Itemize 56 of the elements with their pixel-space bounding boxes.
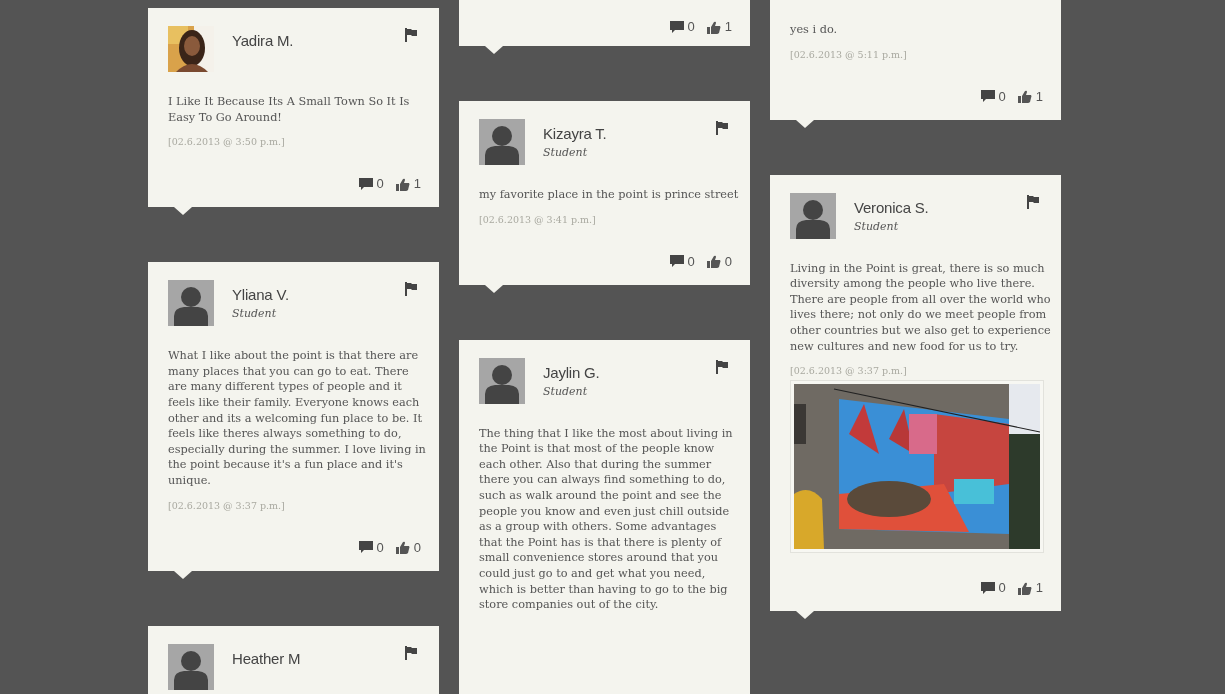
thumbs-up-icon: [706, 20, 721, 34]
timestamp: [02.6.2013 @ 3:41 p.m.]: [479, 212, 596, 227]
flag-icon[interactable]: [1027, 194, 1039, 209]
avatar-icon: [479, 357, 525, 404]
author-role: Student: [543, 145, 589, 161]
avatar-icon: [168, 643, 214, 690]
comment-icon: [980, 90, 995, 104]
timestamp: [02.6.2013 @ 3:50 p.m.]: [168, 135, 285, 150]
like-count[interactable]: 1: [1017, 89, 1043, 104]
comment-count[interactable]: 0: [669, 254, 695, 269]
comment-icon: [358, 177, 373, 191]
comment-icon: [669, 20, 684, 34]
post-text: The thing that I like the most about living in the Point is that most of the people know each other. Also that during the summer there you can always find something to do, such as walk around the point and see the people you know and even just chill outside as a group with others. Some advantages that the Point has is that there is plenty of small convenience stores around that you could just go to and get what you need, which is better than having to go to the big store companies out of the city.: [479, 425, 734, 613]
comment-count[interactable]: 0: [669, 20, 695, 34]
like-count[interactable]: 1: [706, 20, 732, 34]
flag-icon[interactable]: [405, 645, 417, 660]
author-role: Student: [232, 306, 278, 323]
comment-count[interactable]: 0: [358, 540, 384, 555]
author-name: Heather M: [232, 649, 302, 668]
post-text: my favorite place in the point is prince street: [479, 187, 740, 203]
timestamp: [02.6.2013 @ 3:37 p.m.]: [168, 498, 285, 513]
post-text: yes i do.: [790, 22, 839, 38]
thumbs-up-icon: [395, 541, 410, 555]
author-name: Yadira M.: [232, 32, 295, 50]
like-count[interactable]: 0: [706, 254, 732, 269]
author-role: Student: [854, 218, 900, 235]
timestamp: [02.6.2013 @ 5:11 p.m.]: [790, 47, 907, 62]
avatar-icon: [790, 192, 836, 239]
author-role: Student: [543, 383, 589, 400]
thumbs-up-icon: [1017, 581, 1032, 595]
flag-icon[interactable]: [405, 282, 417, 297]
like-count[interactable]: 1: [395, 177, 421, 192]
avatar-icon: [479, 119, 525, 165]
thumbs-up-icon: [706, 255, 721, 269]
timestamp: [02.6.2013 @ 3:37 p.m.]: [790, 364, 907, 379]
comment-count[interactable]: 0: [980, 89, 1006, 104]
author-name: Yliana V.: [232, 286, 290, 305]
comment-count[interactable]: 0: [980, 581, 1006, 596]
author-name: Kizayra T.: [543, 125, 608, 143]
comment-icon: [358, 541, 373, 555]
author-name: Jaylin G.: [543, 363, 601, 382]
post-text: Living in the Point is great, there is so much diversity among the people who live there. There are people from all over the world who lives there; not only do we meet people from other countries but we also get to experience new cultures and new food for us to try.: [790, 260, 1052, 355]
flag-icon[interactable]: [716, 359, 728, 374]
post-text: What I like about the point is that there are many places that you can go to eat. There are many different types of people and it feels like their family. Everyone knows each other and its a welcoming fun place to be. It feels like theres always something to do, especially during the summer. I love living in the point because it's a fun place and it's unique.: [168, 348, 427, 489]
comment-icon: [980, 581, 995, 595]
thumbs-up-icon: [1017, 90, 1032, 104]
like-count[interactable]: 1: [1017, 581, 1043, 596]
post-text: I Like It Because Its A Small Town So It Is Easy To Go Around!: [168, 94, 411, 126]
like-count[interactable]: 0: [395, 540, 421, 555]
comment-icon: [669, 255, 684, 269]
thumbs-up-icon: [395, 177, 410, 191]
flag-icon[interactable]: [405, 28, 417, 42]
author-name: Veronica S.: [854, 198, 930, 217]
flag-icon[interactable]: [716, 121, 728, 135]
avatar-icon: [168, 280, 214, 327]
comment-count[interactable]: 0: [358, 177, 384, 192]
